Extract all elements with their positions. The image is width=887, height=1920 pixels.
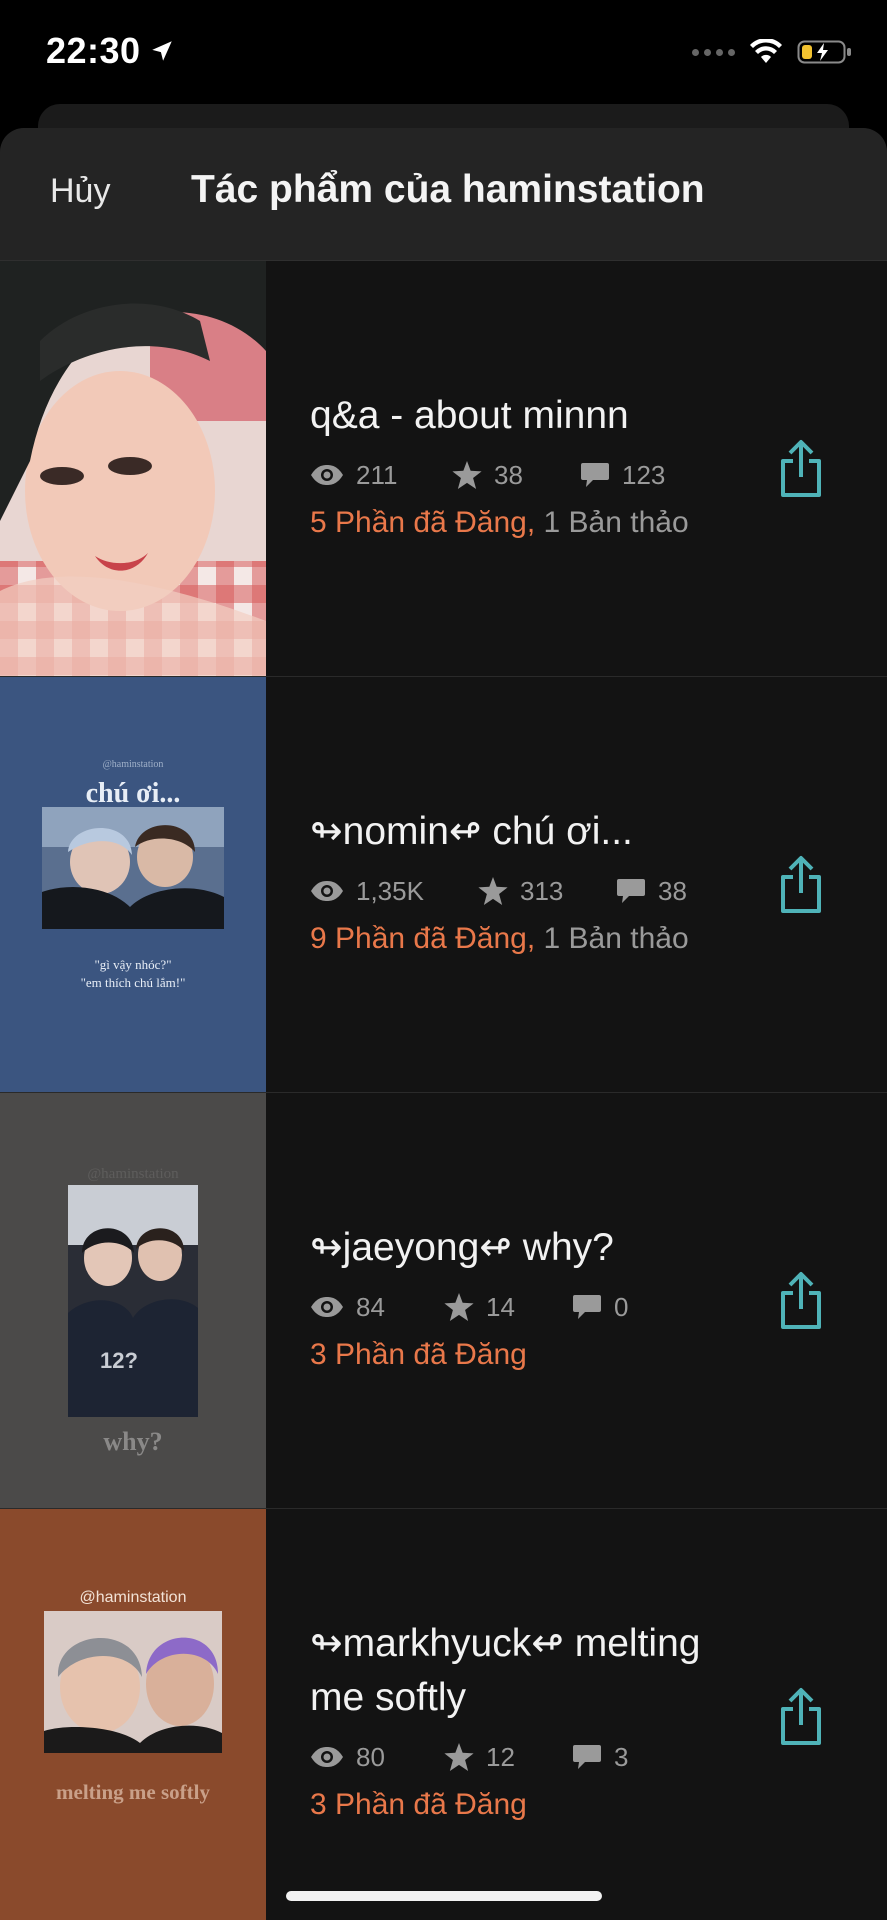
svg-text:12?: 12? [100, 1348, 138, 1373]
eye-icon [311, 465, 343, 485]
story-list: q&a - about minnn 211 38 123 5 Phần đã Đ… [0, 261, 887, 1920]
battery-charging-icon [797, 40, 851, 64]
star-icon [452, 461, 482, 489]
status-time-text: 22:30 [46, 30, 141, 71]
story-row[interactable]: @haminstation melting me softly ↬markhyu… [0, 1509, 887, 1920]
parts-status: 5 Phần đã Đăng, 1 Bản thảo [310, 501, 750, 545]
status-icons [692, 38, 853, 66]
wifi-icon [750, 39, 782, 63]
votes-count: 313 [520, 875, 564, 906]
published-parts: 5 Phần đã Đăng, [310, 506, 536, 539]
cover-line-2: "em thích chú lắm!" [81, 975, 186, 990]
star-icon [444, 1743, 474, 1771]
story-stats: 84 14 0 [310, 1285, 750, 1329]
published-parts: 3 Phần đã Đăng [310, 1338, 527, 1371]
story-info: ↬jaeyong↫ why? 84 14 0 3 Phần đã Đăng [310, 1221, 750, 1377]
story-title[interactable]: q&a - about minnn [310, 389, 750, 443]
star-icon [444, 1293, 474, 1321]
votes-count: 14 [486, 1291, 515, 1322]
story-title[interactable]: ↬markhyuck↫ melting me softly [310, 1617, 750, 1725]
story-info: ↬nomin↫ chú ơi... 1,35K 313 38 9 Phần đã… [310, 805, 750, 961]
story-row[interactable]: @haminstation chú ơi... "gì vậy nhóc?" "… [0, 677, 887, 1093]
sheet-header: Hủy Tác phẩm của haminstation [0, 128, 887, 261]
cellular-signal-icon [692, 48, 735, 56]
views-count: 211 [356, 459, 398, 490]
share-button[interactable] [777, 439, 825, 499]
votes-stat: 14 [444, 1292, 572, 1323]
story-cover: @haminstation 12? why? [0, 1093, 266, 1508]
comments-count: 38 [658, 875, 687, 906]
share-icon [781, 440, 821, 497]
comment-icon [581, 463, 609, 487]
parts-status: 3 Phần đã Đăng [310, 1333, 750, 1377]
parts-status: 3 Phần đã Đăng [310, 1783, 750, 1827]
cover-watermark: @haminstation [80, 1589, 187, 1606]
views-stat: 80 [310, 1742, 444, 1773]
views-count: 1,35K [356, 875, 424, 906]
published-parts: 3 Phần đã Đăng [310, 1788, 527, 1821]
comment-icon [573, 1745, 601, 1769]
story-stats: 211 38 123 [310, 453, 750, 497]
story-info: ↬markhyuck↫ melting me softly 80 12 3 3 … [310, 1617, 750, 1827]
views-count: 80 [356, 1741, 385, 1772]
eye-icon [311, 1747, 343, 1767]
draft-parts: 1 Bản thảo [543, 506, 689, 539]
story-cover [0, 261, 266, 676]
works-sheet: Hủy Tác phẩm của haminstation q&a - abou… [0, 128, 887, 1920]
comments-count: 3 [614, 1741, 629, 1772]
story-title[interactable]: ↬jaeyong↫ why? [310, 1221, 750, 1275]
story-row[interactable]: @haminstation 12? why? ↬jaeyong↫ why? 84… [0, 1093, 887, 1509]
share-button[interactable] [777, 1687, 825, 1747]
status-bar: 22:30 [0, 0, 887, 110]
story-stats: 1,35K 313 38 [310, 869, 750, 913]
cover-watermark: @haminstation [87, 1166, 179, 1182]
star-icon [478, 877, 508, 905]
comments-stat: 0 [572, 1292, 628, 1323]
views-stat: 211 [310, 460, 452, 491]
eye-icon [311, 1297, 343, 1317]
share-icon [781, 1688, 821, 1745]
comment-icon [617, 879, 645, 903]
votes-stat: 38 [452, 460, 580, 491]
cover-watermark: @haminstation [103, 759, 164, 770]
story-row[interactable]: q&a - about minnn 211 38 123 5 Phần đã Đ… [0, 261, 887, 677]
eye-icon [311, 881, 343, 901]
share-icon [781, 856, 821, 913]
story-cover: @haminstation chú ơi... "gì vậy nhóc?" "… [0, 677, 266, 1092]
story-cover: @haminstation melting me softly [0, 1509, 266, 1920]
comments-stat: 38 [616, 876, 687, 907]
home-indicator[interactable] [286, 1891, 602, 1901]
share-button[interactable] [777, 1271, 825, 1331]
comments-count: 123 [622, 459, 666, 490]
story-title[interactable]: ↬nomin↫ chú ơi... [310, 805, 750, 859]
comments-stat: 3 [572, 1742, 628, 1773]
draft-parts: 1 Bản thảo [543, 922, 689, 955]
votes-count: 12 [486, 1741, 515, 1772]
views-count: 84 [356, 1291, 385, 1322]
sheet-title: Tác phẩm của haminstation [191, 168, 705, 211]
comments-stat: 123 [580, 460, 665, 491]
cover-line-1: "gì vậy nhóc?" [94, 957, 171, 972]
votes-stat: 12 [444, 1742, 572, 1773]
votes-count: 38 [494, 459, 523, 490]
share-icon [781, 1272, 821, 1329]
status-time: 22:30 [46, 30, 175, 72]
views-stat: 84 [310, 1292, 444, 1323]
views-stat: 1,35K [310, 876, 478, 907]
share-button[interactable] [777, 855, 825, 915]
location-arrow-icon [151, 41, 172, 61]
cover-heading: melting me softly [56, 1780, 210, 1804]
parts-status: 9 Phần đã Đăng, 1 Bản thảo [310, 917, 750, 961]
comments-count: 0 [614, 1291, 629, 1322]
story-stats: 80 12 3 [310, 1735, 750, 1779]
votes-stat: 313 [478, 876, 616, 907]
story-info: q&a - about minnn 211 38 123 5 Phần đã Đ… [310, 389, 750, 545]
cover-heading: why? [103, 1427, 162, 1456]
published-parts: 9 Phần đã Đăng, [310, 922, 536, 955]
cover-heading: chú ơi... [86, 778, 181, 809]
comment-icon [573, 1295, 601, 1319]
cancel-button[interactable]: Hủy [50, 172, 110, 211]
